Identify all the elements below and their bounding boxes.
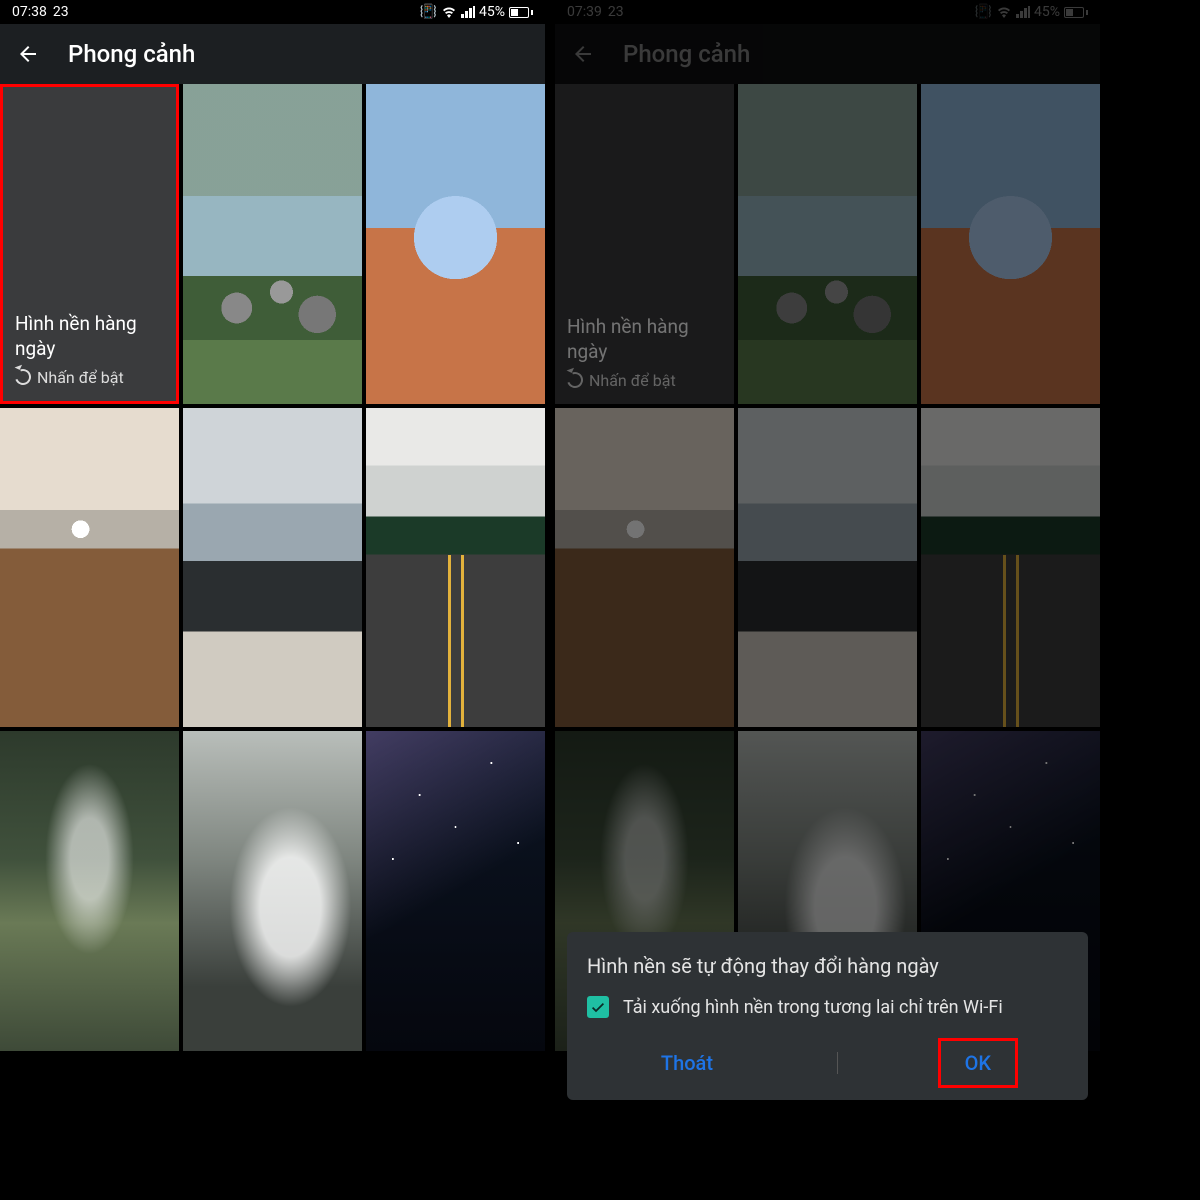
- battery-icon: [1064, 7, 1088, 18]
- wifi-icon: [996, 6, 1012, 18]
- wallpaper-tile[interactable]: [921, 408, 1100, 728]
- app-bar: Phong cảnh: [555, 24, 1100, 84]
- wallpaper-tile[interactable]: [738, 84, 917, 404]
- vibrate-icon: 📳: [420, 4, 437, 20]
- signal-icon: [461, 6, 475, 18]
- daily-tile-subtitle: Nhấn để bật: [15, 368, 164, 387]
- daily-tile-title: Hình nền hàng ngày: [15, 312, 164, 361]
- wifi-icon: [441, 6, 457, 18]
- daily-tile-subtitle: Nhấn để bật: [567, 371, 722, 390]
- back-button[interactable]: [571, 42, 595, 66]
- daily-wallpaper-tile[interactable]: Hình nền hàng ngày Nhấn để bật: [0, 84, 179, 404]
- page-title: Phong cảnh: [623, 40, 750, 68]
- wallpaper-tile[interactable]: [555, 408, 734, 728]
- wallpaper-tile[interactable]: [366, 84, 545, 404]
- wallpaper-grid: Hình nền hàng ngày Nhấn để bật: [555, 84, 1100, 1051]
- wifi-only-checkbox[interactable]: [587, 996, 609, 1018]
- divider: [837, 1052, 838, 1074]
- vibrate-icon: 📳: [975, 4, 992, 20]
- status-time: 07:38: [12, 4, 47, 20]
- confirm-dialog: Hình nền sẽ tự động thay đổi hàng ngày T…: [567, 932, 1088, 1100]
- wallpaper-tile[interactable]: [183, 408, 362, 728]
- dialog-title: Hình nền sẽ tự động thay đổi hàng ngày: [587, 954, 1068, 978]
- battery-percent: 45%: [1034, 4, 1060, 20]
- battery-percent: 45%: [479, 4, 505, 20]
- page-title: Phong cảnh: [68, 40, 195, 68]
- back-button[interactable]: [16, 42, 40, 66]
- app-bar: Phong cảnh: [0, 24, 545, 84]
- wallpaper-tile[interactable]: [183, 84, 362, 404]
- daily-tile-title: Hình nền hàng ngày: [567, 315, 722, 364]
- status-date: 23: [53, 4, 69, 20]
- dialog-check-label: Tải xuống hình nền trong tương lai chỉ t…: [623, 996, 1003, 1020]
- refresh-icon: [564, 370, 585, 391]
- status-date: 23: [608, 4, 624, 20]
- battery-icon: [509, 7, 533, 18]
- signal-icon: [1016, 6, 1030, 18]
- wallpaper-grid: Hình nền hàng ngày Nhấn để bật: [0, 84, 545, 1051]
- status-time: 07:39: [567, 4, 602, 20]
- wallpaper-tile[interactable]: [366, 408, 545, 728]
- ok-button[interactable]: OK: [938, 1038, 1018, 1088]
- status-bar: 07:38 23 📳 45%: [0, 0, 545, 24]
- wallpaper-tile[interactable]: [0, 408, 179, 728]
- screenshot-left: 07:38 23 📳 45% Phong cảnh: [0, 0, 545, 1200]
- wallpaper-tile[interactable]: [738, 408, 917, 728]
- wallpaper-tile[interactable]: [366, 731, 545, 1051]
- refresh-icon: [12, 367, 33, 388]
- cancel-button[interactable]: Thoát: [637, 1041, 737, 1085]
- status-bar: 07:39 23 📳 45%: [555, 0, 1100, 24]
- screenshot-right: 07:39 23 📳 45% Phong cảnh: [555, 0, 1100, 1200]
- wallpaper-tile[interactable]: [183, 731, 362, 1051]
- wallpaper-tile[interactable]: [921, 84, 1100, 404]
- wallpaper-tile[interactable]: [0, 731, 179, 1051]
- daily-wallpaper-tile[interactable]: Hình nền hàng ngày Nhấn để bật: [555, 84, 734, 404]
